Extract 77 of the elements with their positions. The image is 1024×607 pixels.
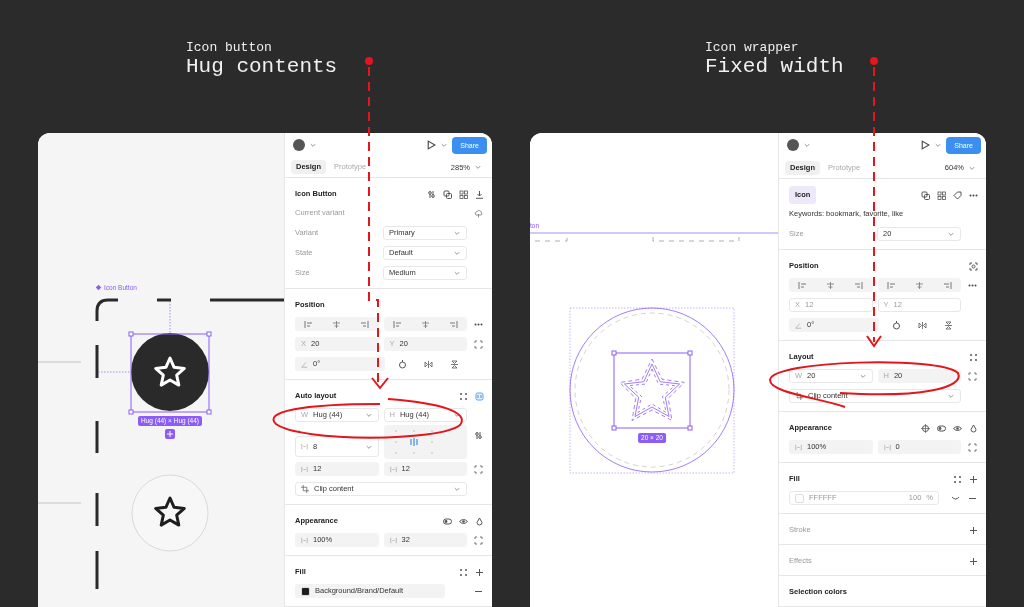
- caret-icon: [947, 230, 955, 238]
- add-button[interactable]: [165, 429, 175, 439]
- flip-vertical-icon[interactable]: [449, 359, 459, 369]
- alignment-grid[interactable]: [383, 425, 467, 459]
- caret-icon: [803, 141, 811, 150]
- focus-icon[interactable]: [969, 261, 978, 271]
- caret-icon: [453, 249, 461, 257]
- caret-icon: [947, 392, 955, 400]
- play-icon[interactable]: [920, 140, 931, 151]
- adjust-icon[interactable]: [473, 431, 483, 440]
- adjust-icon[interactable]: [427, 189, 436, 199]
- add-icon[interactable]: [969, 525, 978, 535]
- caret-icon: [364, 411, 373, 419]
- drop-icon[interactable]: [969, 423, 978, 433]
- add-icon[interactable]: [969, 556, 978, 566]
- variable-icon[interactable]: [921, 423, 930, 433]
- caret-icon: [440, 141, 449, 150]
- toggle-icon[interactable]: [443, 516, 452, 526]
- constraints-icon[interactable]: [473, 464, 483, 474]
- flip-horizontal-icon[interactable]: [917, 320, 927, 330]
- upload-icon[interactable]: [473, 208, 483, 218]
- caret-icon: [453, 411, 461, 419]
- caret-icon: [453, 269, 461, 277]
- spacing-icon: [883, 443, 891, 451]
- component-icon[interactable]: [443, 189, 452, 199]
- avatar-icon[interactable]: [293, 139, 305, 152]
- grid-icon[interactable]: [459, 567, 468, 577]
- grid-icon[interactable]: [953, 474, 962, 484]
- constraints-icon[interactable]: [473, 339, 483, 349]
- toggle-icon[interactable]: [937, 423, 946, 433]
- spacing-icon: [389, 536, 397, 544]
- crop-icon: [301, 485, 309, 493]
- flip-vertical-icon[interactable]: [943, 320, 953, 330]
- spacing-icon: [301, 465, 308, 473]
- align-center-icon[interactable]: [332, 319, 342, 329]
- caret-icon: [309, 141, 317, 150]
- constraints-icon[interactable]: [967, 442, 977, 452]
- star-outline-drawing: [619, 358, 685, 421]
- add-icon[interactable]: [969, 474, 978, 484]
- angle-icon: [301, 360, 308, 368]
- play-icon[interactable]: [426, 140, 437, 151]
- caret-icon: [453, 485, 461, 493]
- align-middle-icon[interactable]: [420, 319, 430, 329]
- annotation-caption: Icon wrapper: [705, 40, 799, 55]
- download-icon[interactable]: [475, 189, 484, 199]
- tag-icon[interactable]: [953, 190, 962, 200]
- align-center-icon[interactable]: [826, 280, 836, 290]
- annotation-title: Hug contents: [186, 55, 338, 79]
- grid-icon[interactable]: [969, 352, 978, 362]
- drop-icon[interactable]: [475, 516, 484, 526]
- crop-icon: [795, 392, 803, 400]
- caret-icon: [453, 229, 461, 237]
- rotate-icon[interactable]: [891, 320, 901, 330]
- angle-icon: [795, 321, 802, 329]
- caret-icon: [858, 372, 867, 380]
- constraints-icon[interactable]: [967, 371, 977, 381]
- grid-icon[interactable]: [459, 391, 468, 401]
- spacing-icon: [301, 443, 308, 450]
- spacing-icon: [389, 465, 397, 473]
- avatar-icon[interactable]: [787, 139, 799, 152]
- component-icon[interactable]: [921, 190, 930, 200]
- eye-icon[interactable]: [953, 423, 962, 433]
- rotate-icon[interactable]: [397, 359, 407, 369]
- grid-icon[interactable]: [459, 189, 468, 199]
- add-icon[interactable]: [475, 567, 484, 577]
- flip-horizontal-icon[interactable]: [423, 359, 433, 369]
- annotation-title: Fixed width: [705, 55, 844, 79]
- annotation-caption: Icon button: [186, 40, 272, 55]
- eye-icon[interactable]: [459, 516, 468, 526]
- align-middle-icon[interactable]: [914, 280, 924, 290]
- caret-icon: [474, 163, 482, 172]
- grid-icon[interactable]: [937, 190, 946, 200]
- spacing-icon: [795, 443, 802, 451]
- component-icon: [95, 284, 102, 292]
- spacing-icon: [301, 536, 308, 544]
- caret-icon: [934, 141, 943, 150]
- constraints-icon[interactable]: [473, 535, 483, 545]
